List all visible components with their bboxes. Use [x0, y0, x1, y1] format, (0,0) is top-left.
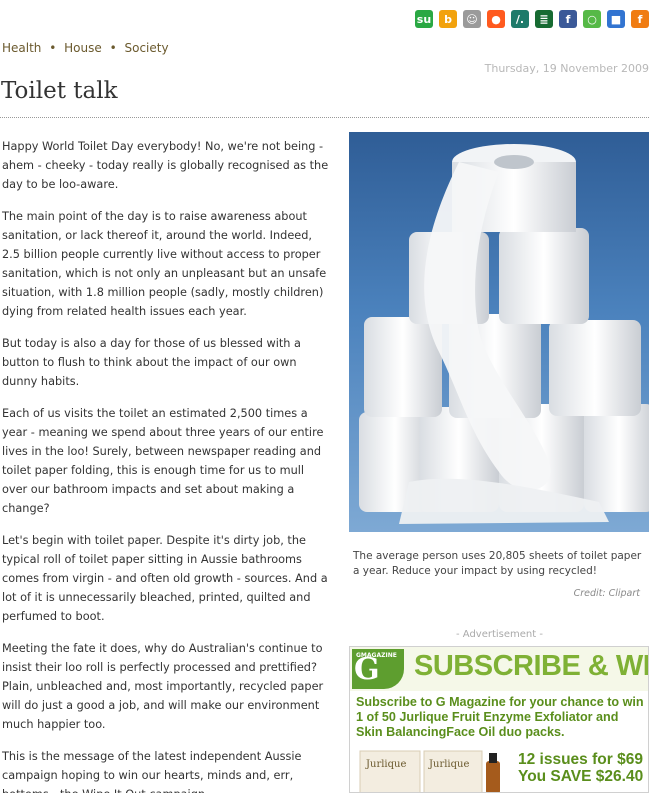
advertisement-label: - Advertisement - — [456, 629, 543, 640]
buzz-icon[interactable]: b — [439, 10, 457, 28]
photo-caption: The average person uses 20,805 sheets of… — [353, 550, 642, 577]
breadcrumb-society-link[interactable]: Society — [124, 41, 168, 55]
article-paragraph: But today is also a day for those of us … — [2, 337, 301, 388]
speech-bubble-icon[interactable]: ○ — [583, 10, 601, 28]
jurlique-product-image: Jurlique Jurlique — [359, 750, 500, 792]
ad-price-line2: You SAVE $26.40 — [518, 768, 644, 785]
subscribe-ad-banner[interactable]: GMAGAZINE G SUBSCRIBE & WIN Subscribe to… — [349, 646, 649, 793]
product-brand-right: Jurlique — [428, 759, 469, 770]
ad-price-line1: 12 issues for $69 — [518, 751, 643, 768]
ad-body-text: Subscribe to G Magazine for your chance … — [356, 695, 644, 739]
ad-headline: SUBSCRIBE & WIN — [414, 650, 649, 682]
reddit-icon[interactable]: ● — [487, 10, 505, 28]
breadcrumb-house-link[interactable]: House — [64, 41, 102, 55]
facebook-icon[interactable]: f — [559, 10, 577, 28]
article-paragraph: Each of us visits the toilet an estimate… — [2, 407, 324, 515]
article-date: Thursday, 19 November 2009 — [484, 62, 649, 75]
title-divider — [0, 117, 649, 118]
toilet-paper-illustration — [359, 144, 649, 524]
breadcrumb-health-link[interactable]: Health — [2, 41, 41, 55]
g-magazine-logo: GMAGAZINE G — [352, 649, 404, 689]
ad-badge-letter: G — [354, 652, 380, 687]
product-brand-left: Jurlique — [365, 759, 406, 770]
people-icon[interactable]: ☺ — [463, 10, 481, 28]
stumbleupon-icon[interactable]: su — [415, 10, 433, 28]
breadcrumb-separator: • — [49, 41, 57, 55]
photo-credit: Credit: Clipart — [573, 588, 640, 599]
article-paragraph: Happy World Toilet Day everybody! No, we… — [2, 140, 329, 191]
article-body: Happy World Toilet Day everybody! No, we… — [2, 137, 332, 793]
article-paragraph: The main point of the day is to raise aw… — [2, 210, 327, 318]
delicious-icon[interactable]: ■ — [607, 10, 625, 28]
article-paragraph: Let's begin with toilet paper. Despite i… — [2, 534, 328, 623]
breadcrumb-separator: • — [109, 41, 117, 55]
article-paragraph: Meeting the fate it does, why do Austral… — [2, 642, 324, 731]
article-paragraph: This is the message of the latest indepe… — [2, 750, 302, 793]
breadcrumb: Health • House • Society — [2, 41, 169, 55]
page: su b ☺ ● /. ≣ f ○ ■ f Health • House • Society Th… — [0, 0, 649, 793]
fark-icon[interactable]: f — [631, 10, 649, 28]
share-bar: su b ☺ ● /. ≣ f ○ ■ f — [415, 10, 649, 28]
page-title: Toilet talk — [1, 78, 118, 104]
slashdot-icon[interactable]: /. — [511, 10, 529, 28]
newsvine-icon[interactable]: ≣ — [535, 10, 553, 28]
ad-price: 12 issues for $69 You SAVE $26.40 — [518, 751, 643, 785]
toilet-paper-photo — [349, 132, 649, 532]
ad-header: GMAGAZINE G SUBSCRIBE & WIN — [350, 647, 649, 691]
